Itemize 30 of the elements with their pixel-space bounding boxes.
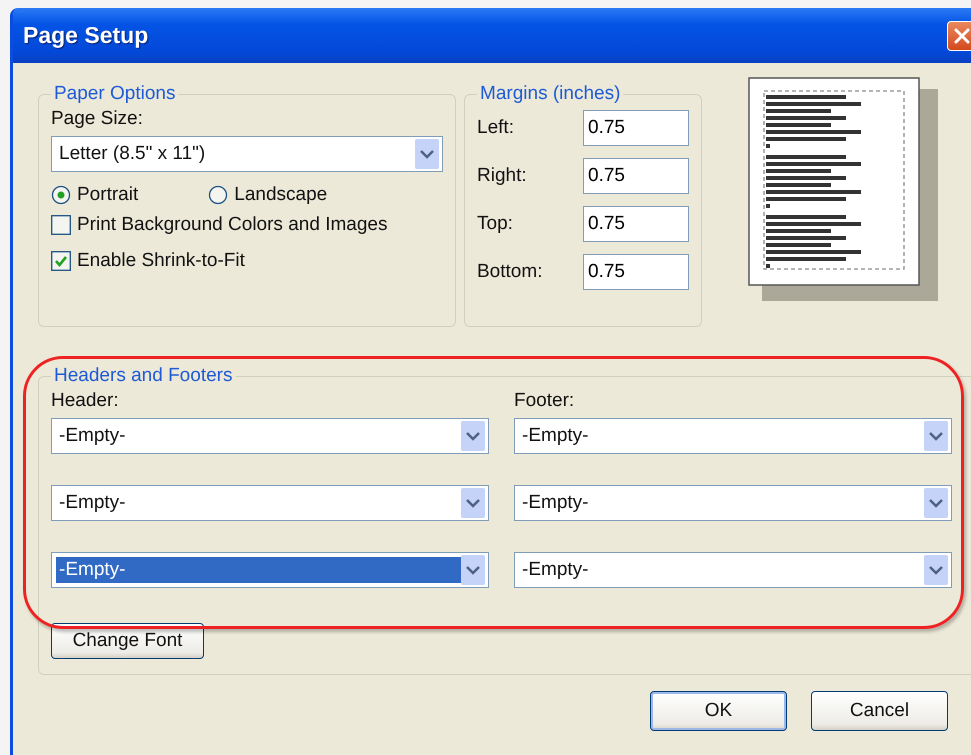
dialog-button[interactable]: Cancel xyxy=(811,691,948,731)
radio-option[interactable]: Landscape xyxy=(208,184,328,206)
margin-input[interactable]: 0.75 xyxy=(583,206,689,242)
page-size-dropdown[interactable]: Letter (8.5" x 11") xyxy=(51,136,443,172)
checkbox-option[interactable]: Print Background Colors and Images xyxy=(51,214,443,236)
dropdown[interactable]: -Empty- xyxy=(514,552,952,588)
radio-option[interactable]: Portrait xyxy=(51,184,138,206)
margin-input[interactable]: 0.75 xyxy=(583,110,689,146)
field-label: Page Size: xyxy=(51,108,144,130)
group-title: Paper Options xyxy=(53,83,176,105)
group-title: Margins (inches) xyxy=(479,83,622,105)
margin-input[interactable]: 0.75 xyxy=(583,254,689,290)
dropdown[interactable]: -Empty- xyxy=(514,485,952,521)
margin-input[interactable]: 0.75 xyxy=(583,158,689,194)
checkbox-option[interactable]: Enable Shrink-to-Fit xyxy=(51,250,443,272)
dropdown[interactable]: -Empty- xyxy=(51,485,489,521)
field-label: Header: xyxy=(51,390,120,412)
field-label: Footer: xyxy=(514,390,576,412)
window-title: Page Setup xyxy=(23,22,148,49)
field-label: Right: xyxy=(477,165,527,187)
field-label: Top: xyxy=(477,213,513,235)
close-button[interactable] xyxy=(947,20,971,50)
change-font-button[interactable]: Change Font xyxy=(51,623,204,659)
dialog-button[interactable]: OK xyxy=(650,691,787,731)
dropdown[interactable]: -Empty- xyxy=(514,418,952,454)
dropdown[interactable]: -Empty- xyxy=(51,552,489,588)
field-label: Bottom: xyxy=(477,261,542,283)
field-label: Left: xyxy=(477,117,514,139)
group-title: Headers and Footers xyxy=(53,365,234,387)
dropdown[interactable]: -Empty- xyxy=(51,418,489,454)
